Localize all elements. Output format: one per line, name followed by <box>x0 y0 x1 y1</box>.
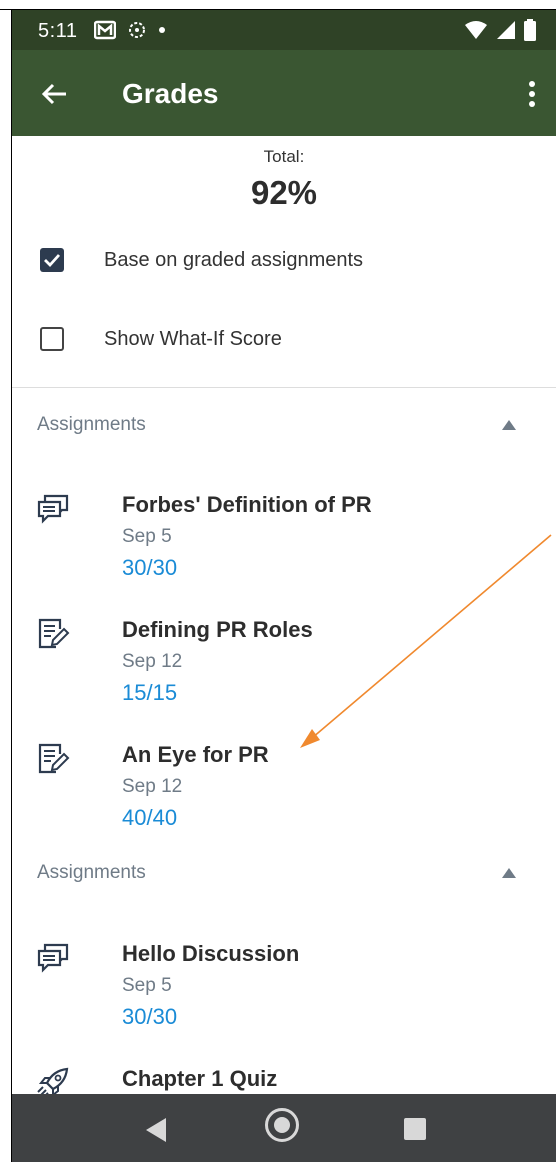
status-bar: 5:11 <box>12 10 556 50</box>
dot-icon <box>159 27 165 33</box>
wifi-icon <box>465 21 487 39</box>
base-on-graded-checkbox[interactable] <box>40 248 64 272</box>
app-icon <box>129 22 145 38</box>
collapse-triangle-icon[interactable] <box>502 868 516 878</box>
assignment-score: 40/40 <box>122 805 178 830</box>
assignment-date: Sep 12 <box>122 651 183 672</box>
assignment-item[interactable]: Forbes' Definition of PR Sep 5 30/30 <box>12 492 556 612</box>
assignment-title: Chapter 1 Quiz <box>122 1066 278 1091</box>
phone-screen: 5:11 Grades Total: 92% Base on graded as… <box>12 10 556 1162</box>
what-if-checkbox[interactable] <box>40 327 64 351</box>
divider <box>12 387 556 388</box>
section-header-assignments[interactable]: Assignments <box>37 862 146 884</box>
assignment-title: Forbes' Definition of PR <box>122 492 372 517</box>
base-on-graded-label: Base on graded assignments <box>104 248 364 271</box>
more-vert-icon[interactable] <box>516 78 548 110</box>
nav-back-icon[interactable] <box>146 1118 166 1142</box>
assignment-title: Defining PR Roles <box>122 617 313 642</box>
discussion-icon <box>37 943 69 973</box>
assignment-icon <box>38 743 70 774</box>
grades-content[interactable]: Total: 92% Base on graded assignments Sh… <box>12 136 556 1094</box>
assignment-icon <box>38 618 70 649</box>
assignment-item[interactable]: Chapter 1 Quiz <box>12 1066 556 1094</box>
back-arrow-icon[interactable] <box>38 78 70 110</box>
assignment-title: Hello Discussion <box>122 941 300 966</box>
what-if-label: Show What-If Score <box>104 327 282 350</box>
nav-home-dot <box>274 1117 290 1133</box>
assignment-date: Sep 12 <box>122 776 183 797</box>
status-time: 5:11 <box>38 20 78 42</box>
assignment-date: Sep 5 <box>122 975 172 996</box>
assignment-score: 30/30 <box>122 555 178 580</box>
quiz-rocket-icon <box>37 1067 69 1094</box>
assignment-title: An Eye for PR <box>122 742 269 767</box>
total-label: Total: <box>263 147 305 166</box>
assignment-date: Sep 5 <box>122 526 172 547</box>
collapse-triangle-icon[interactable] <box>502 420 516 430</box>
base-on-graded-row[interactable]: Base on graded assignments <box>40 245 363 275</box>
assignment-item[interactable]: Hello Discussion Sep 5 30/30 <box>12 941 556 1061</box>
navigation-bar <box>12 1094 556 1162</box>
assignment-item[interactable]: An Eye for PR Sep 12 40/40 <box>12 742 556 862</box>
battery-icon <box>524 19 536 41</box>
section-header-assignments[interactable]: Assignments <box>37 414 146 436</box>
mail-icon <box>94 20 116 40</box>
discussion-icon <box>37 494 69 524</box>
total-value: 92% <box>250 174 318 211</box>
page-title: Grades <box>122 78 219 109</box>
what-if-row[interactable]: Show What-If Score <box>40 324 282 354</box>
assignment-score: 30/30 <box>122 1004 178 1029</box>
checkmark-icon <box>44 254 61 268</box>
signal-icon <box>497 21 515 39</box>
assignment-score: 15/15 <box>122 680 178 705</box>
app-bar: Grades <box>12 50 556 136</box>
nav-recents-icon[interactable] <box>404 1118 426 1140</box>
assignment-item[interactable]: Defining PR Roles Sep 12 15/15 <box>12 617 556 737</box>
